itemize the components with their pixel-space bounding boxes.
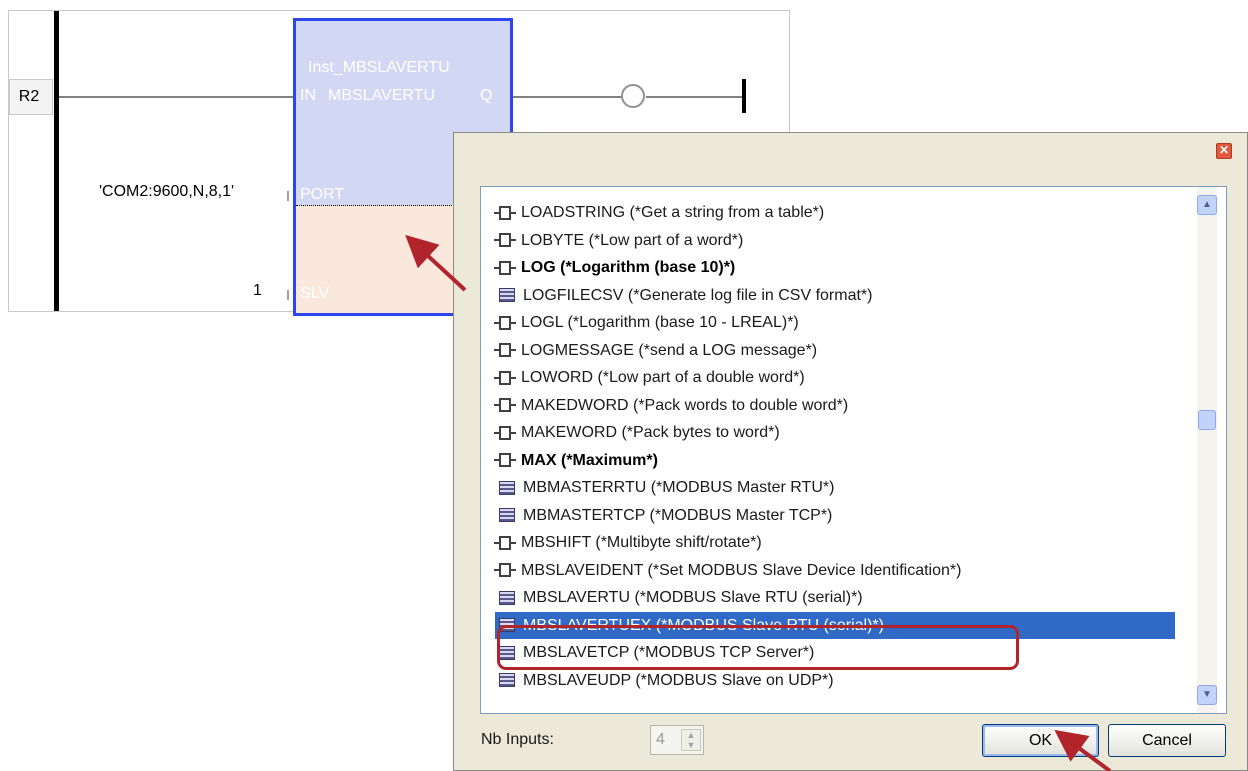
function-icon: [494, 205, 516, 220]
list-item[interactable]: MBSLAVERTU (*MODBUS Slave RTU (serial)*): [495, 584, 871, 611]
pin-slv: SLV: [300, 285, 330, 302]
function-selector-dialog: ✕ LOADSTRING (*Get a string from a table…: [453, 132, 1248, 771]
list-item[interactable]: MAKEDWORD (*Pack words to double word*): [494, 392, 856, 419]
list-item-label: LOADSTRING (*Get a string from a table*): [521, 204, 825, 221]
list-item[interactable]: MBMASTERTCP (*MODBUS Master TCP*): [495, 502, 840, 529]
pin-in: IN: [300, 87, 316, 104]
rung-wire-left: [59, 96, 294, 98]
list-item[interactable]: LOBYTE (*Low part of a word*): [494, 227, 751, 254]
list-item-label: LOG (*Logarithm (base 10)*): [521, 259, 736, 276]
function-icon: [494, 233, 516, 248]
list-item-label: LOBYTE (*Low part of a word*): [521, 231, 744, 249]
list-item-label: LOGFILECSV (*Generate log file in CSV fo…: [523, 286, 873, 304]
list-item-label: MAX (*Maximum*): [521, 451, 658, 469]
list-item-label: MBSLAVERTU (*MODBUS Slave RTU (serial)*): [523, 589, 863, 606]
list-item[interactable]: LOG (*Logarithm (base 10)*): [494, 254, 743, 281]
function-block-icon: [499, 480, 515, 495]
list-item-label: MBSHIFT (*Multibyte shift/rotate*): [521, 534, 762, 551]
function-icon: [494, 315, 516, 330]
function-icon: [494, 425, 516, 440]
list-item-label: MAKEWORD (*Pack bytes to word*): [521, 424, 780, 441]
ok-button[interactable]: OK: [982, 724, 1099, 757]
left-power-rail: [54, 11, 59, 311]
function-icon: [494, 370, 516, 385]
list-item[interactable]: LOGMESSAGE (*send a LOG message*): [494, 337, 825, 364]
coil-wire: [646, 96, 743, 98]
pin-q: Q: [480, 87, 493, 104]
list-item[interactable]: MBSLAVEIDENT (*Set MODBUS Slave Device I…: [494, 557, 969, 584]
close-icon[interactable]: ✕: [1216, 143, 1232, 159]
function-block-icon: [499, 673, 515, 688]
list-item[interactable]: MBMASTERRTU (*MODBUS Master RTU*): [495, 474, 842, 501]
nb-inputs-stepper[interactable]: 4 ▲ ▼: [650, 725, 704, 755]
slv-connector: [287, 290, 289, 300]
block-instance-name[interactable]: Inst_MBSLAVERTU: [308, 59, 450, 77]
port-parameter[interactable]: 'COM2:9600,N,8,1': [99, 183, 234, 201]
list-item[interactable]: MBSHIFT (*Multibyte shift/rotate*): [494, 529, 770, 556]
pin-port: PORT: [300, 186, 345, 203]
rung-end: [742, 79, 746, 113]
list-item[interactable]: LOWORD (*Low part of a double word*): [494, 364, 813, 391]
function-icon: [494, 260, 516, 275]
list-item-label: MBSLAVEIDENT (*Set MODBUS Slave Device I…: [521, 561, 962, 579]
list-item[interactable]: LOGFILECSV (*Generate log file in CSV fo…: [495, 282, 880, 309]
function-icon: [494, 535, 516, 550]
list-item[interactable]: LOGL (*Logarithm (base 10 - LREAL)*): [494, 309, 807, 336]
list-item[interactable]: MBSLAVEUDP (*MODBUS Slave on UDP*): [495, 667, 842, 694]
function-block-icon: [499, 590, 515, 605]
list-item-label: MBMASTERTCP (*MODBUS Master TCP*): [523, 506, 833, 524]
list-item[interactable]: LOADSTRING (*Get a string from a table*): [494, 199, 832, 226]
slv-parameter[interactable]: 1: [253, 282, 262, 300]
function-block-icon: [499, 288, 515, 303]
function-icon: [494, 343, 516, 358]
list-item-label: LOGL (*Logarithm (base 10 - LREAL)*): [521, 314, 799, 331]
dialog-titlebar[interactable]: ✕: [454, 133, 1247, 166]
list-item[interactable]: MAKEWORD (*Pack bytes to word*): [494, 419, 788, 446]
spin-arrows-icon[interactable]: ▲ ▼: [681, 729, 701, 751]
list-item-label: MBMASTERRTU (*MODBUS Master RTU*): [523, 479, 835, 496]
nb-inputs-value: 4: [656, 731, 665, 748]
scroll-down-icon[interactable]: ▼: [1197, 685, 1217, 705]
list-item[interactable]: MAX (*Maximum*): [494, 447, 666, 474]
block-type-name: MBSLAVERTU: [328, 87, 435, 104]
list-item-label: MAKEDWORD (*Pack words to double word*): [521, 396, 849, 414]
function-icon: [494, 398, 516, 413]
selection-highlight-annotation: [497, 625, 1019, 670]
scrollbar-thumb[interactable]: [1198, 410, 1216, 430]
function-icon: [494, 453, 516, 468]
function-icon: [494, 563, 516, 578]
scrollbar-track[interactable]: [1197, 187, 1217, 713]
scroll-up-icon[interactable]: ▲: [1197, 195, 1217, 215]
rung-label: R2: [18, 88, 40, 105]
rung-label-box: R2: [9, 79, 53, 115]
list-item-label: LOWORD (*Low part of a double word*): [521, 369, 805, 386]
coil-icon[interactable]: [621, 84, 645, 108]
rung-wire-right: [512, 96, 622, 98]
nb-inputs-label: Nb Inputs:: [481, 731, 554, 748]
list-item-label: LOGMESSAGE (*send a LOG message*): [521, 341, 818, 359]
port-connector: [287, 191, 289, 201]
cancel-button[interactable]: Cancel: [1108, 724, 1226, 757]
function-block-icon: [499, 508, 515, 523]
list-item-label: MBSLAVEUDP (*MODBUS Slave on UDP*): [523, 671, 834, 689]
